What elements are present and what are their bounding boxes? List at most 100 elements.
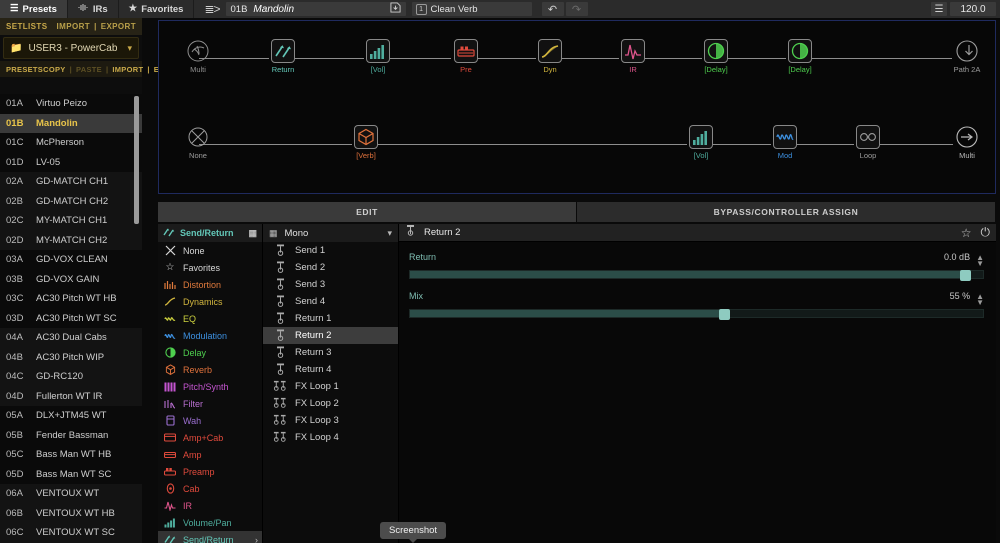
preset-row[interactable]: 01B Mandolin [0,113,142,133]
parameter-stepper[interactable]: ▲ ▼ [976,293,984,307]
preset-row[interactable]: 02D MY-MATCH CH2 [0,230,142,250]
preset-row[interactable]: 05D Bass Man WT SC [0,464,142,484]
category-row[interactable]: Cab [158,480,262,497]
store-preset-icon[interactable] [389,0,401,18]
chain-block[interactable]: None [179,125,217,160]
preset-name-field[interactable]: 01B Mandolin [225,0,406,18]
item-row[interactable]: Send 1 [263,242,398,259]
tab-edit[interactable]: EDIT [158,202,577,222]
preset-row[interactable]: 05C Bass Man WT HB [0,445,142,465]
chain-block[interactable]: Path 2A [948,39,986,74]
slider-knob[interactable] [959,270,971,281]
preset-row[interactable]: 03C AC30 Pitch WT HB [0,289,142,309]
preset-row[interactable]: 04A AC30 Dual Cabs [0,328,142,348]
chain-block[interactable]: [Vol] [682,125,720,160]
preset-row[interactable]: 02A GD-MATCH CH1 [0,172,142,192]
chain-block[interactable]: IR [614,39,652,74]
item-row[interactable]: FX Loop 1 [263,378,398,395]
chain-block[interactable]: [Verb] [347,125,385,160]
category-row[interactable]: Reverb [158,361,262,378]
power-icon[interactable]: ⏻ [981,225,991,240]
category-row[interactable]: Modulation [158,327,262,344]
chain-block[interactable]: Pre [447,39,485,74]
item-row[interactable]: Send 3 [263,276,398,293]
item-row[interactable]: Return 3 [263,344,398,361]
tempo-display[interactable]: 120.0 [950,2,996,16]
category-row[interactable]: Delay [158,344,262,361]
tab-bypass-controller-assign[interactable]: BYPASS/CONTROLLER ASSIGN [577,202,996,222]
signal-flow-icon[interactable]: ≣> [204,2,220,16]
preset-row[interactable]: 04B AC30 Pitch WIP [0,347,142,367]
category-row[interactable]: Amp+Cab [158,429,262,446]
preset-row[interactable]: 01A Virtuo Peizo [0,94,142,114]
grid-view-icon[interactable]: ▦ [248,228,257,239]
category-header[interactable]: Send/Return ▦ [158,224,262,242]
parameter-value[interactable]: 0.0 dB [944,252,970,262]
signal-chain-grid[interactable]: Multi Return [Vol] Pre Dyn IR [Delay] [Delay] Pa… [158,20,996,194]
category-row[interactable]: Preamp [158,463,262,480]
category-row[interactable]: Distortion [158,276,262,293]
category-row[interactable]: None [158,242,262,259]
category-row[interactable]: ☆ Favorites [158,259,262,276]
category-row[interactable]: IR [158,497,262,514]
item-row[interactable]: Send 2 [263,259,398,276]
preset-row[interactable]: 06B VENTOUX WT HB [0,503,142,523]
parameter-slider[interactable] [409,309,984,320]
chain-block[interactable]: Multi [179,39,217,74]
preset-row[interactable]: 03A GD-VOX CLEAN [0,250,142,270]
item-row[interactable]: Send 4 [263,293,398,310]
preset-row[interactable]: 05B Fender Bassman [0,425,142,445]
menu-icon[interactable]: ☰ [931,2,947,16]
slider-knob[interactable] [719,309,731,320]
setlists-import-button[interactable]: IMPORT [57,22,91,31]
presets-copy-button[interactable]: COPY [43,65,65,74]
chain-block[interactable]: [Delay] [781,39,819,74]
preset-row[interactable]: 02C MY-MATCH CH1 [0,211,142,231]
presets-import-button[interactable]: IMPORT [112,65,143,74]
star-icon[interactable]: ☆ [961,226,972,240]
preset-row[interactable]: 06A VENTOUX WT [0,484,142,504]
preset-scrollbar-thumb[interactable] [134,96,139,224]
category-row[interactable]: Wah [158,412,262,429]
preset-row[interactable]: 01D LV-05 [0,152,142,172]
category-row[interactable]: Filter [158,395,262,412]
tab-irs[interactable]: IRs [67,0,119,18]
item-row[interactable]: Return 4 [263,361,398,378]
tab-presets[interactable]: ☰ Presets [0,0,68,18]
undo-icon[interactable]: ↶ [541,2,564,16]
preset-row[interactable]: 04C GD-RC120 [0,367,142,387]
category-row[interactable]: Send/Return › [158,531,262,543]
chain-block[interactable]: [Vol] [359,39,397,74]
tab-favorites[interactable]: ★ Favorites [118,0,195,18]
preset-row[interactable]: 05A DLX+JTM45 WT [0,406,142,426]
chain-block[interactable]: [Delay] [697,39,735,74]
parameter-stepper[interactable]: ▲ ▼ [976,254,984,268]
preset-row[interactable]: 02B GD-MATCH CH2 [0,191,142,211]
chain-block[interactable]: Dyn [531,39,569,74]
preset-row[interactable]: 03B GD-VOX GAIN [0,269,142,289]
preset-row[interactable]: 04D Fullerton WT IR [0,386,142,406]
setlist-dropdown[interactable]: 📁 USER3 - PowerCab ▾ [3,37,139,59]
preset-row[interactable]: 06C VENTOUX WT SC [0,523,142,543]
preset-row[interactable]: 01C McPherson [0,133,142,153]
item-row[interactable]: Return 1 [263,310,398,327]
chain-block[interactable]: Loop [849,125,887,160]
item-row[interactable]: FX Loop 4 [263,429,398,446]
category-row[interactable]: Pitch/Synth [158,378,262,395]
redo-icon[interactable]: ↷ [565,2,588,16]
grid-view-icon[interactable]: ▦ [269,228,278,239]
category-row[interactable]: Dynamics [158,293,262,310]
chain-block[interactable]: Multi [948,125,986,160]
parameter-slider[interactable] [409,270,984,281]
preset-row[interactable]: 03D AC30 Pitch WT SC [0,308,142,328]
category-row[interactable]: EQ [158,310,262,327]
item-row[interactable]: Return 2 [263,327,398,344]
chain-block[interactable]: Mod [766,125,804,160]
setlists-export-button[interactable]: EXPORT [101,22,136,31]
item-header[interactable]: ▦ Mono ▾ [263,224,398,242]
category-row[interactable]: Amp [158,446,262,463]
parameter-value[interactable]: 55 % [950,291,971,301]
category-row[interactable]: Volume/Pan [158,514,262,531]
item-row[interactable]: FX Loop 2 [263,395,398,412]
chain-block[interactable]: Return [264,39,302,74]
